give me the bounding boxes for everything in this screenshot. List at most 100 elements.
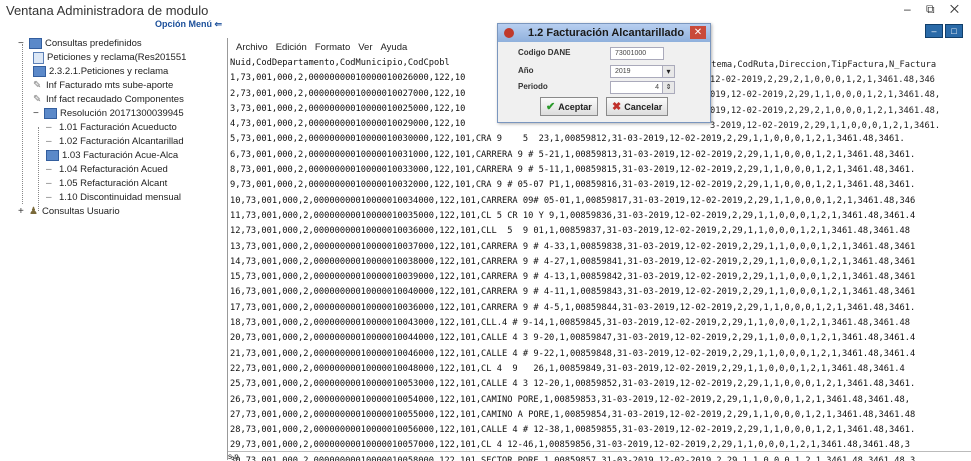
tree-item-label: 1.02 Facturación Alcantarillad — [59, 136, 184, 147]
text-header-tail: stema,CodRuta,Direccion,TipFactura,N_Fac… — [706, 58, 937, 74]
tree-item[interactable]: 1.03 Facturación Acue-Alca — [46, 149, 178, 162]
check-icon: ✔ — [546, 101, 556, 113]
tree-node-label: Consultas Usuario — [42, 206, 120, 217]
tree-item[interactable]: –1.01 Facturación Acueducto — [46, 121, 177, 134]
folder-icon — [44, 108, 57, 119]
text-line: 18,73,001,000,2,00000000010000010043000,… — [230, 318, 910, 329]
tree-item-label: Inf fact recaudado Componentes — [46, 94, 184, 105]
text-line: 5,73,001,000,2,00000000010000010030000,1… — [230, 134, 905, 145]
dane-code-field[interactable]: 73001000 — [610, 47, 664, 60]
menu-archivo[interactable]: Archivo — [236, 42, 268, 56]
text-line: 8,73,001,000,2,00000000010000010033000,1… — [230, 165, 916, 176]
folder-icon — [29, 38, 42, 49]
module-tree: − Consultas predefinidos Peticiones y re… — [0, 32, 226, 460]
text-line: 14,73,001,000,2,00000000010000010038000,… — [230, 256, 916, 267]
app-title: Ventana Administradora de modulo — [6, 3, 209, 18]
cancel-icon: ✖ — [612, 101, 622, 113]
tree-item-label: 1.05 Refacturación Alcant — [59, 178, 168, 189]
expand-icon[interactable]: + — [18, 206, 26, 217]
text-line: 15,73,001,000,2,00000000010000010039000,… — [230, 272, 916, 283]
tree-item[interactable]: –1.05 Refacturación Alcant — [46, 177, 167, 190]
text-line: 16,73,001,000,2,00000000010000010040000,… — [230, 287, 916, 298]
text-line: 20,73,001,000,2,00000000010000010044000,… — [230, 333, 916, 344]
tree-connector — [22, 44, 23, 204]
window-titlebar: Ventana Administradora de modulo – ⧉ ✕ — [0, 0, 971, 22]
window-controls[interactable]: – ⧉ ✕ — [904, 2, 965, 17]
text-line: 25,73,001,000,2,00000000010000010053000,… — [230, 379, 916, 390]
editor-window-controls: – □ — [925, 24, 963, 38]
tool-icon: – — [46, 191, 52, 203]
menu-formato[interactable]: Formato — [315, 42, 350, 56]
dialog-titlebar: 1.2 Facturación Alcantarillado ✕ — [498, 24, 710, 42]
text-tails: 12-02-2019,2,29,2,1,0,0,0,1,2,1,3461.48,… — [710, 73, 941, 135]
tool-icon: ✎ — [33, 93, 42, 105]
stepper-arrows-icon[interactable]: ⇕ — [662, 81, 675, 94]
tree-item[interactable]: Peticiones y reclama(Res201551 — [33, 51, 186, 64]
folder-icon — [33, 66, 46, 77]
field-label-ano: Año — [518, 66, 534, 75]
document-icon — [33, 51, 44, 64]
tree-item-label: 1.01 Facturación Acueducto — [59, 122, 177, 133]
tree-item[interactable]: –1.04 Refacturación Acued — [46, 163, 168, 176]
status-bar: s n — [228, 451, 971, 461]
text-line: 10,73,001,000,2,00000000010000010034000,… — [230, 195, 916, 206]
tool-icon: – — [46, 121, 52, 133]
tree-item-label: 1.03 Facturación Acue-Alca — [62, 150, 179, 161]
text-line: 21,73,001,000,2,00000000010000010046000,… — [230, 348, 916, 359]
tree-item-label: 1.04 Refacturación Acued — [59, 164, 168, 175]
menu-ayuda[interactable]: Ayuda — [381, 42, 408, 56]
text-line: 6,73,001,000,2,00000000010000010031000,1… — [230, 149, 916, 160]
opcion-menu-link[interactable]: Opción Menú ⇐ — [155, 19, 222, 30]
text-line: 26,73,001,000,2,00000000010000010054000,… — [230, 394, 910, 405]
text-line-tail: 019,12-02-2019,2,29,2,1,0,0,0,1,2,1,3461… — [710, 105, 941, 116]
text-line: 11,73,001,000,2,00000000010000010035000,… — [230, 210, 916, 221]
maximize-icon[interactable]: □ — [945, 24, 963, 38]
tree-node-consultas-predefinidos[interactable]: − Consultas predefinidos — [18, 37, 142, 50]
cancel-label: Cancelar — [624, 101, 663, 112]
tree-item-label: Resolución 20171300039945 — [60, 108, 184, 119]
tree-node-consultas-usuario[interactable]: + ♟ Consultas Usuario — [18, 205, 120, 218]
tool-icon: – — [46, 135, 52, 147]
cancel-button[interactable]: ✖ Cancelar — [606, 97, 669, 116]
tree-item[interactable]: ✎ Inf Facturado mts sube-aporte — [33, 79, 173, 92]
menu-edicion[interactable]: Edición — [276, 42, 307, 56]
text-line-tail: 12-02-2019,2,29,2,1,0,0,0,1,2,1,3461.48,… — [710, 75, 935, 85]
tree-item-label: 2.3.2.1.Peticiones y reclama — [49, 66, 169, 77]
tool-icon: ✎ — [33, 79, 42, 91]
text-line: 22,73,001,000,2,00000000010000010048000,… — [230, 363, 905, 374]
minimize-icon[interactable]: – — [925, 24, 943, 38]
text-line: 28,73,001,000,2,00000000010000010056000,… — [230, 425, 916, 436]
menu-ver[interactable]: Ver — [358, 42, 372, 56]
tree-item[interactable]: ✎ Inf fact recaudado Componentes — [33, 93, 184, 106]
period-stepper[interactable]: 4 — [610, 81, 664, 94]
accept-button[interactable]: ✔ Aceptar — [540, 97, 598, 116]
collapse-icon[interactable]: − — [18, 38, 26, 49]
tree-item[interactable]: 2.3.2.1.Peticiones y reclama — [33, 65, 168, 78]
text-line-tail: 019,12-02-2019,2,29,1,1,0,0,0,1,2,1,3461… — [710, 90, 941, 101]
tree-item[interactable]: –1.02 Facturación Alcantarillad — [46, 135, 184, 148]
app-icon — [504, 28, 514, 38]
field-label-dane: Codigo DANE — [518, 48, 571, 57]
user-icon: ♟ — [29, 205, 38, 217]
tree-node-resolucion[interactable]: − Resolución 20171300039945 — [33, 107, 184, 120]
chevron-down-icon[interactable]: ▾ — [662, 65, 675, 78]
tree-item[interactable]: –1.10 Discontinuidad mensual — [46, 191, 181, 204]
tree-node-label: Consultas predefinidos — [45, 38, 142, 49]
text-line: 12,73,001,000,2,00000000010000010036000,… — [230, 226, 910, 237]
accept-label: Aceptar — [558, 101, 592, 112]
year-select[interactable]: 2019 — [610, 65, 664, 78]
facturacion-dialog: 1.2 Facturación Alcantarillado ✕ Codigo … — [497, 23, 711, 123]
text-line: 17,73,001,000,2,00000000010000010036000,… — [230, 302, 916, 313]
tree-item-label: Peticiones y reclama(Res201551 — [47, 52, 187, 63]
text-line-tail: 3-2019,12-02-2019,2,29,1,1,0,0,0,1,2,1,3… — [710, 120, 941, 131]
folder-icon — [46, 150, 59, 161]
text-line: 27,73,001,000,2,00000000010000010055000,… — [230, 409, 916, 420]
tree-item-label: Inf Facturado mts sube-aporte — [46, 80, 174, 91]
close-icon[interactable]: ✕ — [690, 26, 706, 39]
collapse-icon[interactable]: − — [33, 108, 41, 119]
tool-icon: – — [46, 177, 52, 189]
text-line: 13,73,001,000,2,00000000010000010037000,… — [230, 241, 916, 252]
dialog-title: 1.2 Facturación Alcantarillado — [528, 27, 685, 39]
editor-menubar: Archivo Edición Formato Ver Ayuda — [228, 42, 407, 56]
tool-icon: – — [46, 163, 52, 175]
